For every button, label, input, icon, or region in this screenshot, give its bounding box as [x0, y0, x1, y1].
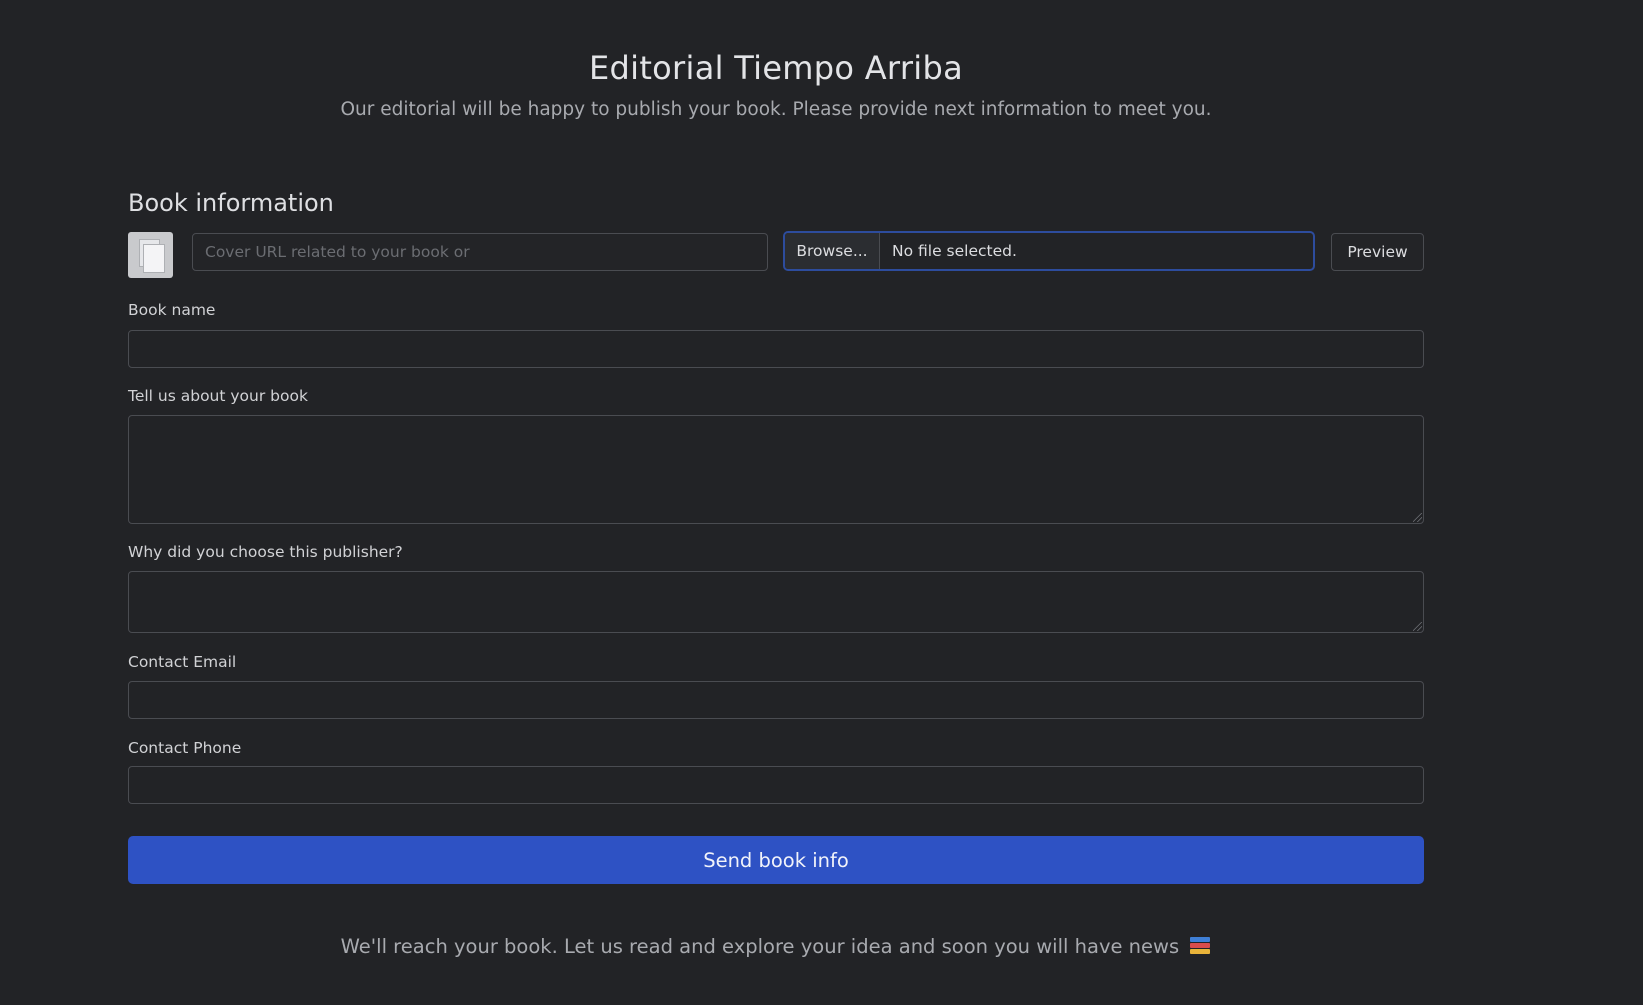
page: Editorial Tiempo Arriba Our editorial wi… — [0, 0, 1643, 1005]
contact-phone-field[interactable] — [128, 766, 1424, 804]
section-title: Book information — [128, 189, 334, 217]
resize-handle[interactable] — [1413, 513, 1422, 522]
why-publisher-label: Why did you choose this publisher? — [128, 543, 403, 561]
footer-text: We'll reach your book. Let us read and e… — [340, 935, 1180, 958]
about-book-field[interactable] — [128, 415, 1424, 524]
footer-note: We'll reach your book. Let us read and e… — [128, 934, 1424, 960]
contact-email-label: Contact Email — [128, 653, 237, 671]
cover-url-input[interactable] — [192, 233, 768, 271]
cover-file-picker[interactable]: Browse... No file selected. — [783, 231, 1315, 271]
file-status-text: No file selected. — [892, 242, 1017, 260]
page-subtitle: Our editorial will be happy to publish y… — [340, 99, 1212, 120]
contact-email-field[interactable] — [128, 681, 1424, 719]
page-header: Editorial Tiempo Arriba Our editorial wi… — [128, 46, 1424, 122]
preview-button[interactable]: Preview — [1331, 233, 1424, 271]
browse-button[interactable]: Browse... — [785, 233, 880, 269]
about-book-label: Tell us about your book — [128, 387, 308, 405]
send-book-info-button[interactable]: Send book info — [128, 836, 1424, 884]
book-name-field[interactable] — [128, 330, 1424, 368]
contact-phone-label: Contact Phone — [128, 739, 242, 757]
resize-handle[interactable] — [1413, 622, 1422, 631]
books-icon — [1189, 936, 1211, 956]
document-icon — [128, 232, 173, 278]
page-title: Editorial Tiempo Arriba — [589, 49, 963, 87]
cover-row: Browse... No file selected. Preview — [128, 231, 1424, 278]
book-name-label: Book name — [128, 301, 216, 319]
why-publisher-field[interactable] — [128, 571, 1424, 633]
